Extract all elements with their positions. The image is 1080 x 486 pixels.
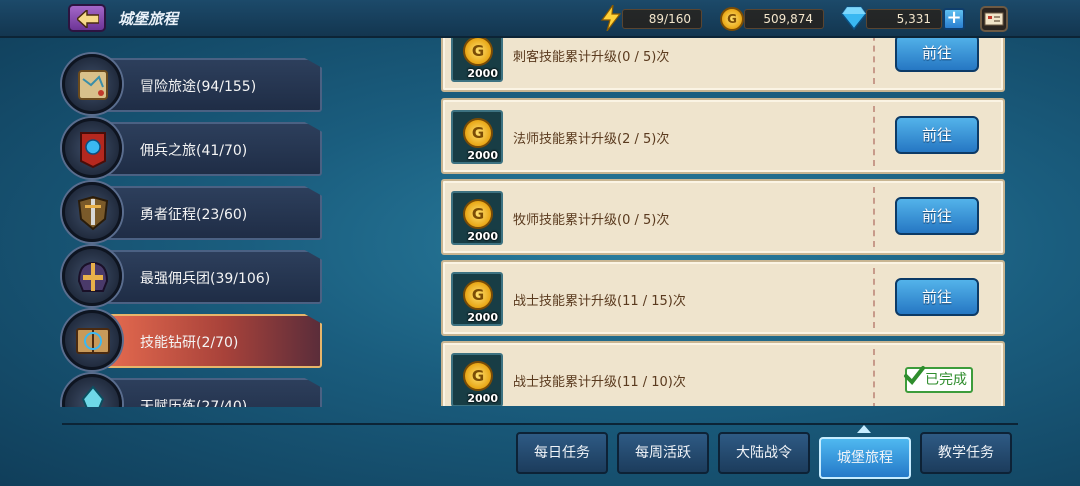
quest-description: 战士技能累计升级(11 / 10)次 xyxy=(513,375,686,390)
quest-description: 牧师技能累计升级(0 / 5)次 xyxy=(513,213,670,228)
reward-slot: G 2000 xyxy=(451,191,503,245)
tab-tutorial-tasks[interactable]: 教学任务 xyxy=(920,432,1012,474)
gold-coin-icon: G xyxy=(463,361,493,391)
quest-description: 法师技能累计升级(2 / 5)次 xyxy=(513,132,670,147)
divider xyxy=(873,106,875,166)
category-talent-training[interactable]: 天赋历练(27/40) xyxy=(106,378,322,407)
category-label: 技能钻研(2/70) xyxy=(140,335,239,351)
quest-description: 刺客技能累计升级(0 / 5)次 xyxy=(513,50,670,65)
quest-description: 战士技能累计升级(11 / 15)次 xyxy=(513,294,686,309)
gem-counter: 5,331 xyxy=(866,9,942,29)
gold-coin-icon: G xyxy=(720,7,744,31)
reward-amount: 2000 xyxy=(467,67,498,80)
banner-icon xyxy=(62,118,122,178)
reward-amount: 2000 xyxy=(467,230,498,243)
gold-coin-icon: G xyxy=(463,38,493,66)
quest-item: G 2000 刺客技能累计升级(0 / 5)次 前往 xyxy=(441,38,1005,92)
mail-button[interactable] xyxy=(980,6,1008,32)
tab-weekly-activity[interactable]: 每周活跃 xyxy=(617,432,709,474)
checkmark-icon xyxy=(904,366,925,386)
category-label: 佣兵之旅(41/70) xyxy=(140,143,248,159)
category-label: 天赋历练(27/40) xyxy=(140,399,248,407)
arrow-left-icon xyxy=(77,10,99,28)
back-button[interactable] xyxy=(68,4,106,32)
category-adventure[interactable]: 冒险旅途(94/155) xyxy=(106,58,322,112)
go-button[interactable]: 前往 xyxy=(895,116,979,154)
category-strongest-mercenary[interactable]: 最强佣兵团(39/106) xyxy=(106,250,322,304)
top-bar: 城堡旅程 89/160 G 509,874 5,331 + xyxy=(0,0,1080,38)
gold-coin-icon: G xyxy=(463,199,493,229)
completed-label: 已完成 xyxy=(925,372,967,388)
reward-slot: G 2000 xyxy=(451,38,503,82)
category-label: 冒险旅途(94/155) xyxy=(140,79,257,95)
add-gems-button[interactable]: + xyxy=(943,8,965,30)
helmet-icon xyxy=(62,246,122,306)
quest-list[interactable]: G 2000 刺客技能累计升级(0 / 5)次 前往 G 2000 法师技能累计… xyxy=(440,38,1006,406)
sword-crest-icon xyxy=(62,182,122,242)
lightning-icon xyxy=(600,5,622,31)
mail-icon xyxy=(984,12,1004,26)
divider xyxy=(873,268,875,328)
reward-amount: 2000 xyxy=(467,392,498,405)
gold-coin-icon: G xyxy=(463,280,493,310)
quest-item: G 2000 法师技能累计升级(2 / 5)次 前往 xyxy=(441,98,1005,174)
quest-item: G 2000 牧师技能累计升级(0 / 5)次 前往 xyxy=(441,179,1005,255)
quest-item: G 2000 战士技能累计升级(11 / 15)次 前往 xyxy=(441,260,1005,336)
category-list[interactable]: 冒险旅途(94/155) 佣兵之旅(41/70) 勇者征程(23/60) 最强佣… xyxy=(56,52,326,407)
tab-daily-tasks[interactable]: 每日任务 xyxy=(516,432,608,474)
divider xyxy=(873,187,875,247)
gold-coin-icon: G xyxy=(463,118,493,148)
bottom-tab-bar: 每日任务 每周活跃 大陆战令 城堡旅程 教学任务 xyxy=(0,430,1080,479)
quest-item: G 2000 战士技能累计升级(11 / 10)次 已完成 xyxy=(441,341,1005,406)
go-button[interactable]: 前往 xyxy=(895,38,979,72)
reward-slot: G 2000 xyxy=(451,272,503,326)
tab-castle-journey[interactable]: 城堡旅程 xyxy=(819,437,911,479)
reward-slot: G 2000 xyxy=(451,110,503,164)
stamina-counter: 89/160 xyxy=(622,9,702,29)
go-button[interactable]: 前往 xyxy=(895,278,979,316)
divider xyxy=(873,38,875,84)
map-scroll-icon xyxy=(62,54,122,114)
reward-slot: G 2000 xyxy=(451,353,503,406)
divider xyxy=(873,349,875,406)
category-hero-journey[interactable]: 勇者征程(23/60) xyxy=(106,186,322,240)
completed-badge: 已完成 xyxy=(904,366,973,393)
category-skill-research[interactable]: 技能钻研(2/70) xyxy=(106,314,322,368)
category-mercenary[interactable]: 佣兵之旅(41/70) xyxy=(106,122,322,176)
gold-counter: 509,874 xyxy=(744,9,824,29)
go-button[interactable]: 前往 xyxy=(895,197,979,235)
page-title: 城堡旅程 xyxy=(118,10,179,28)
category-label: 勇者征程(23/60) xyxy=(140,207,248,223)
reward-amount: 2000 xyxy=(467,311,498,324)
spellbook-icon xyxy=(62,310,122,370)
divider xyxy=(62,423,1018,425)
tab-continent-pass[interactable]: 大陆战令 xyxy=(718,432,810,474)
category-label: 最强佣兵团(39/106) xyxy=(140,271,271,287)
reward-amount: 2000 xyxy=(467,149,498,162)
diamond-icon xyxy=(841,6,867,30)
